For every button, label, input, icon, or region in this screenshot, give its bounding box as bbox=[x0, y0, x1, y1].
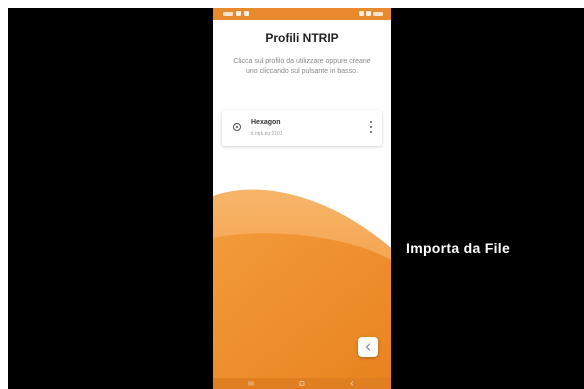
notification-icon bbox=[236, 11, 241, 16]
more-options-icon[interactable] bbox=[369, 121, 372, 133]
phone-screen: Profili NTRIP Clicca sul profilo da util… bbox=[213, 8, 391, 389]
home-icon[interactable] bbox=[299, 381, 305, 386]
system-nav-bar bbox=[213, 378, 391, 389]
video-caption: Importa da File bbox=[406, 240, 511, 256]
clock-indicator bbox=[223, 11, 233, 16]
page-title: Profili NTRIP bbox=[265, 31, 339, 45]
signal-icon bbox=[359, 11, 364, 16]
back-chevron-icon bbox=[365, 343, 371, 351]
battery-icon bbox=[373, 11, 383, 16]
status-left bbox=[223, 11, 249, 16]
status-right bbox=[359, 11, 383, 16]
notification-icon bbox=[244, 11, 249, 16]
system-back-icon[interactable] bbox=[349, 381, 355, 386]
profile-name: Hexagon bbox=[251, 119, 281, 126]
profile-detail: it.ntrk.eu:2101 bbox=[251, 131, 283, 137]
video-frame: Profili NTRIP Clicca sul profilo da util… bbox=[8, 8, 584, 389]
back-fab-button[interactable] bbox=[358, 337, 378, 357]
status-bar bbox=[213, 8, 391, 20]
radio-selected-icon[interactable] bbox=[233, 123, 241, 131]
page-description: Clicca sul profilo da utilizzare oppure … bbox=[233, 58, 371, 75]
profile-item-hexagon[interactable]: Hexagon it.ntrk.eu:2101 bbox=[222, 110, 382, 146]
wifi-icon bbox=[366, 11, 371, 16]
recent-apps-icon[interactable] bbox=[248, 381, 254, 386]
